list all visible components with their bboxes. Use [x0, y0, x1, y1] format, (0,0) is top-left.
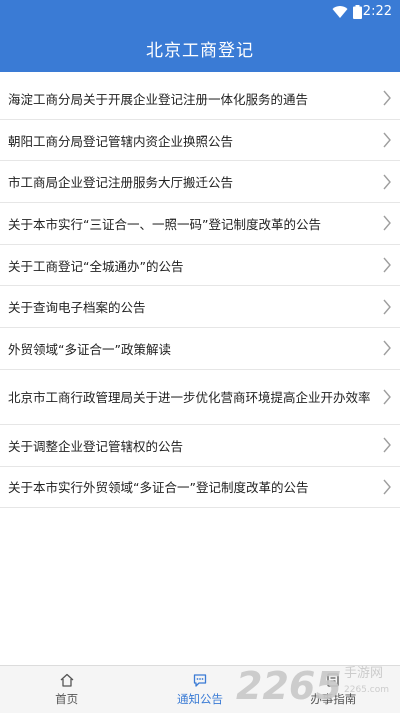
list-item-label: 关于调整企业登记管辖权的公告: [8, 438, 184, 454]
chevron-right-icon: [383, 90, 391, 106]
list-item-label: 市工商局企业登记注册服务大厅搬迁公告: [8, 175, 234, 191]
list-item[interactable]: 关于查询电子档案的公告: [0, 286, 400, 329]
chevron-right-icon: [383, 174, 391, 190]
status-bar: 2:22: [0, 0, 400, 24]
chevron-right-icon: [383, 341, 391, 356]
list-item-label: 外贸领域“多证合一”政策解读: [8, 341, 171, 357]
list-item[interactable]: 关于调整企业登记管辖权的公告: [0, 425, 400, 467]
chevron-right-icon: [383, 479, 391, 495]
chat-icon: [193, 674, 207, 687]
watermark-text: 手游网: [344, 666, 384, 681]
wifi-icon: [332, 6, 348, 19]
notice-list: 海淀工商分局关于开展企业登记注册一体化服务的通告 朝阳工商分局登记管辖内资企业换…: [0, 78, 400, 509]
list-item-label: 朝阳工商分局登记管辖内资企业换照公告: [8, 133, 234, 149]
chevron-right-icon: [383, 437, 391, 453]
list-item[interactable]: 海淀工商分局关于开展企业登记注册一体化服务的通告: [0, 78, 400, 120]
tab-label: 通知公告: [176, 692, 223, 706]
tab-label: 首页: [55, 692, 79, 706]
list-item[interactable]: 关于本市实行外贸领域“多证合一”登记制度改革的公告: [0, 467, 400, 509]
list-item[interactable]: 关于工商登记“全城通办”的公告: [0, 245, 400, 287]
list-item[interactable]: 关于本市实行“三证合一、一照一码”登记制度改革的公告: [0, 203, 400, 245]
chevron-right-icon: [383, 215, 391, 231]
list-item-label: 关于工商登记“全城通办”的公告: [8, 258, 184, 274]
watermark-logo: 2265 手游网 2265.com: [236, 664, 394, 708]
list-item[interactable]: 朝阳工商分局登记管辖内资企业换照公告: [0, 120, 400, 162]
list-item-label: 关于查询电子档案的公告: [8, 300, 146, 316]
watermark-number: 2265: [236, 664, 342, 708]
watermark-sub: 2265.com: [344, 685, 389, 695]
list-item-label: 关于本市实行外贸领域“多证合一”登记制度改革的公告: [8, 480, 309, 496]
app-bar: 北京工商登记: [0, 24, 400, 72]
list-item[interactable]: 市工商局企业登记注册服务大厅搬迁公告: [0, 161, 400, 204]
list-item[interactable]: 北京市工商行政管理局关于进一步优化营商环境提高企业开办效率的公告: [0, 370, 400, 425]
chevron-right-icon: [383, 299, 391, 315]
tab-home[interactable]: 首页: [0, 666, 133, 713]
chevron-right-icon: [383, 132, 391, 148]
list-item-label: 关于本市实行“三证合一、一照一码”登记制度改革的公告: [8, 216, 321, 232]
page-title: 北京工商登记: [146, 40, 254, 61]
battery-icon: [353, 5, 362, 19]
list-item[interactable]: 外贸领域“多证合一”政策解读: [0, 328, 400, 370]
chevron-right-icon: [383, 389, 391, 405]
status-time: 2:22: [362, 4, 392, 19]
home-icon: [60, 673, 74, 687]
chevron-right-icon: [383, 257, 391, 273]
list-item-label: 北京市工商行政管理局关于进一步优化营商环境提高企业开办效率的公告: [8, 390, 370, 406]
list-item-label: 海淀工商分局关于开展企业登记注册一体化服务的通告: [8, 91, 309, 107]
